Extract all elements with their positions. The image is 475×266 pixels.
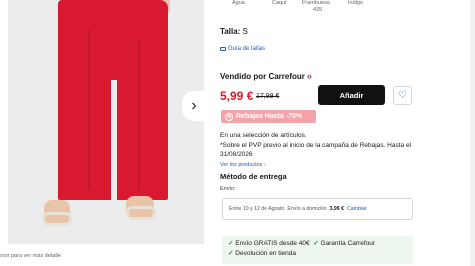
swatch-label[interactable]: Índigo bbox=[348, 0, 363, 6]
promo-description: En una selección de artículos. *Sobre el… bbox=[220, 131, 420, 160]
size-guide-label: Guía de tallas bbox=[228, 46, 266, 52]
size-selection: Talla: S bbox=[220, 27, 248, 36]
pants-fold bbox=[88, 30, 90, 190]
benefits-box: ✓ Envío GRATIS desde 40€ ✓ Garantía Carr… bbox=[222, 236, 413, 264]
promo-line: En una selección de artículos. bbox=[220, 132, 307, 139]
check-icon: ✓ bbox=[313, 240, 319, 247]
delivery-window: Entre 10 y 12 de Agosto bbox=[229, 206, 285, 212]
benefits-row: ✓ Devolución en tienda bbox=[228, 249, 407, 259]
free-shipping-text: Envío GRATIS desde 40€ bbox=[235, 240, 310, 247]
swatch-label: 435 bbox=[313, 7, 323, 13]
check-icon: ✓ bbox=[228, 250, 234, 257]
product-image[interactable] bbox=[8, 0, 204, 244]
delivery-method: Envío a domicilio bbox=[287, 206, 327, 212]
carrefour-logo-icon: ‹› bbox=[306, 71, 312, 81]
pants-split bbox=[111, 80, 117, 200]
see-products-link[interactable]: Ver los productos › bbox=[220, 162, 266, 168]
ruler-icon bbox=[220, 47, 226, 51]
swatch-label[interactable]: Agua bbox=[232, 0, 245, 6]
next-image-button[interactable]: › bbox=[182, 91, 206, 121]
shipping-label: Envío: bbox=[220, 186, 236, 192]
guarantee-text: Garantía Carrefour bbox=[320, 240, 376, 247]
sale-badge-label: Rebajas Hasta -70% bbox=[236, 113, 303, 120]
chevron-right-icon: › bbox=[191, 97, 197, 114]
swatch-label[interactable]: Caqui bbox=[272, 0, 286, 6]
color-swatch-labels: Agua Caqui Frambuesa 435 Índigo bbox=[226, 0, 386, 14]
scrollbar[interactable] bbox=[470, 0, 475, 266]
pants-fold bbox=[138, 40, 140, 190]
right-sandal bbox=[126, 206, 156, 220]
zoom-hint: rsor para ver más detalle bbox=[0, 253, 61, 259]
old-price: 17,99 € bbox=[256, 93, 280, 100]
add-to-cart-button[interactable]: Añadir bbox=[318, 85, 385, 105]
size-guide-link[interactable]: Guía de tallas bbox=[220, 46, 265, 52]
product-gallery: › rsor para ver más detalle bbox=[0, 0, 210, 266]
heart-icon: ♡ bbox=[398, 90, 407, 101]
size-value: S bbox=[242, 27, 248, 36]
left-sandal bbox=[42, 212, 72, 226]
shipping-option[interactable]: Entre 10 y 12 de Agosto Envío a domicili… bbox=[222, 198, 413, 220]
seller-label: Vendido por Carrefour bbox=[220, 71, 305, 81]
benefits-row: ✓ Envío GRATIS desde 40€ ✓ Garantía Carr… bbox=[228, 239, 407, 249]
current-price: 5,99 € bbox=[220, 89, 254, 103]
sale-badge: % Rebajas Hasta -70% bbox=[221, 110, 316, 123]
delivery-method-title: Método de entrega bbox=[220, 172, 287, 181]
favorite-button[interactable]: ♡ bbox=[393, 86, 412, 105]
swatch-label[interactable]: Frambuesa bbox=[302, 0, 330, 6]
promo-line: *Sobre el PVP previo al inicio de la cam… bbox=[220, 141, 412, 159]
check-icon: ✓ bbox=[228, 240, 234, 247]
percent-icon: % bbox=[225, 112, 233, 121]
seller-info: Vendido por Carrefour ‹› bbox=[220, 71, 312, 81]
returns-text: Devolución en tienda bbox=[235, 250, 296, 257]
shipping-cost: 3,99 € bbox=[329, 206, 345, 212]
change-shipping-link[interactable]: Cambiar bbox=[347, 206, 367, 212]
size-label: Talla: bbox=[220, 27, 241, 36]
